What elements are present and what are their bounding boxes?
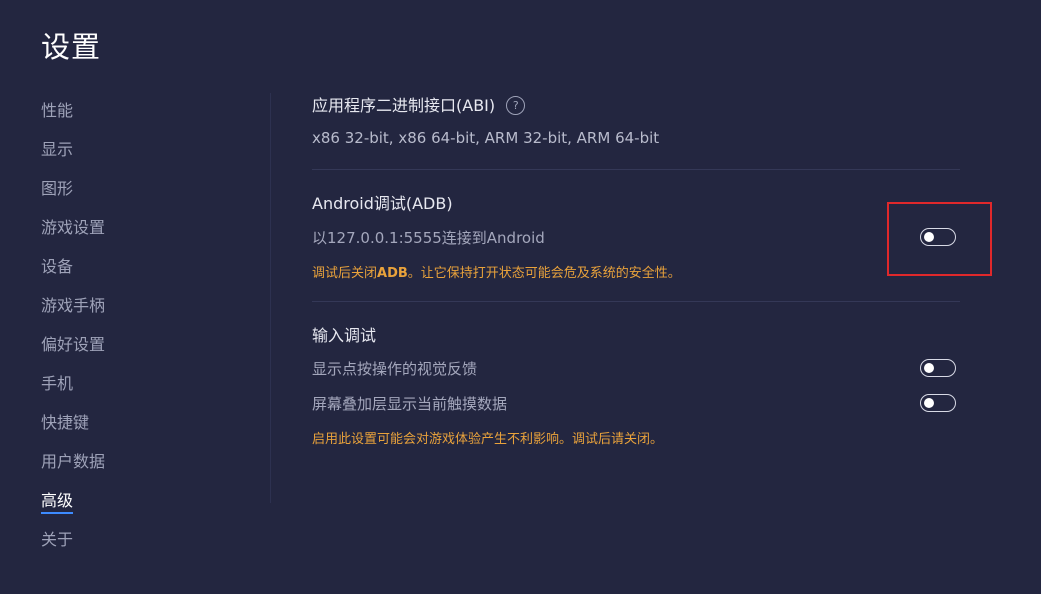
sidebar-item-phone[interactable]: 手机 bbox=[41, 367, 241, 406]
adb-warning-strong: ADB bbox=[377, 266, 408, 281]
abi-section: 应用程序二进制接口(ABI) ? bbox=[312, 92, 526, 116]
sidebar-item-label: 用户数据 bbox=[41, 452, 106, 471]
sidebar-item-label: 手机 bbox=[41, 374, 74, 393]
page-title: 设置 bbox=[41, 30, 102, 64]
sidebar-item-about[interactable]: 关于 bbox=[41, 523, 241, 562]
visual-feedback-toggle[interactable] bbox=[920, 359, 956, 377]
sidebar-item-label: 显示 bbox=[41, 140, 74, 159]
sidebar-item-label: 关于 bbox=[41, 530, 74, 549]
section-divider bbox=[312, 301, 960, 302]
sidebar-item-label: 快捷键 bbox=[41, 413, 90, 432]
visual-feedback-label: 显示点按操作的视觉反馈 bbox=[312, 360, 478, 378]
sidebar-item-game-settings[interactable]: 游戏设置 bbox=[41, 211, 241, 250]
input-debug-title: 输入调试 bbox=[312, 326, 377, 345]
sidebar-item-performance[interactable]: 性能 bbox=[41, 94, 241, 133]
section-divider bbox=[312, 169, 960, 170]
abi-title: 应用程序二进制接口(ABI) bbox=[312, 96, 496, 115]
sidebar-item-advanced[interactable]: 高级 bbox=[41, 484, 241, 523]
adb-description: 以127.0.0.1:5555连接到Android bbox=[312, 229, 545, 247]
sidebar-item-label: 游戏手柄 bbox=[41, 296, 106, 315]
sidebar-item-label: 偏好设置 bbox=[41, 335, 106, 354]
abi-values: x86 32-bit, x86 64-bit, ARM 32-bit, ARM … bbox=[312, 129, 660, 147]
help-icon[interactable]: ? bbox=[506, 96, 526, 115]
sidebar-item-label: 设备 bbox=[41, 257, 74, 276]
adb-warning-prefix: 调试后关闭 bbox=[312, 266, 378, 281]
adb-warning-suffix: 。让它保持打开状态可能会危及系统的安全性。 bbox=[407, 266, 681, 281]
sidebar-item-label: 高级 bbox=[41, 491, 74, 514]
toggle-knob bbox=[924, 398, 934, 408]
adb-title: Android调试(ADB) bbox=[312, 194, 453, 213]
adb-warning: 调试后关闭ADB。让它保持打开状态可能会危及系统的安全性。 bbox=[312, 262, 681, 281]
sidebar-item-user-data[interactable]: 用户数据 bbox=[41, 445, 241, 484]
sidebar-item-display[interactable]: 显示 bbox=[41, 133, 241, 172]
sidebar-nav: 性能 显示 图形 游戏设置 设备 游戏手柄 偏好设置 手机 快捷键 用户数据 高… bbox=[41, 94, 241, 562]
sidebar-item-label: 图形 bbox=[41, 179, 74, 198]
input-debug-warning: 启用此设置可能会对游戏体验产生不利影响。调试后请关闭。 bbox=[312, 432, 664, 447]
sidebar-item-label: 游戏设置 bbox=[41, 218, 106, 237]
sidebar-item-preferences[interactable]: 偏好设置 bbox=[41, 328, 241, 367]
touch-data-overlay-label: 屏幕叠加层显示当前触摸数据 bbox=[312, 395, 508, 413]
sidebar-item-graphics[interactable]: 图形 bbox=[41, 172, 241, 211]
sidebar-divider bbox=[270, 93, 271, 503]
sidebar-item-gamepad[interactable]: 游戏手柄 bbox=[41, 289, 241, 328]
sidebar-item-shortcuts[interactable]: 快捷键 bbox=[41, 406, 241, 445]
touch-data-overlay-toggle[interactable] bbox=[920, 394, 956, 412]
sidebar-item-label: 性能 bbox=[41, 101, 74, 120]
highlight-box bbox=[887, 202, 992, 276]
toggle-knob bbox=[924, 363, 934, 373]
sidebar-item-device[interactable]: 设备 bbox=[41, 250, 241, 289]
